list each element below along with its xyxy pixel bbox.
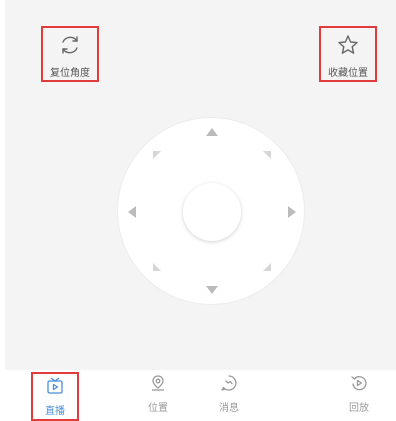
favorite-position-label: 收藏位置 bbox=[328, 68, 368, 79]
arrow-left-icon[interactable] bbox=[128, 206, 136, 218]
tab-location[interactable]: 位置 bbox=[136, 374, 180, 419]
arrow-up-icon[interactable] bbox=[206, 128, 218, 136]
rotate-icon bbox=[58, 33, 82, 61]
ptz-center-button[interactable] bbox=[183, 183, 241, 241]
tab-messages[interactable]: 消息 bbox=[207, 374, 251, 419]
tab-playback[interactable]: 回放 bbox=[337, 374, 381, 419]
arrow-right-icon[interactable] bbox=[288, 206, 296, 218]
arrow-up-right-icon[interactable] bbox=[263, 151, 271, 159]
arrow-down-right-icon[interactable] bbox=[263, 263, 271, 271]
arrow-down-icon[interactable] bbox=[206, 286, 218, 294]
tab-playback-label: 回放 bbox=[349, 403, 369, 414]
tab-location-label: 位置 bbox=[148, 403, 168, 414]
tab-live[interactable]: 直播 bbox=[31, 372, 79, 421]
arrow-down-left-icon[interactable] bbox=[153, 263, 161, 271]
favorite-position-button[interactable]: 收藏位置 bbox=[319, 26, 377, 82]
arrow-up-left-icon[interactable] bbox=[153, 151, 161, 159]
reset-angle-button[interactable]: 复位角度 bbox=[41, 26, 99, 82]
bottom-tab-bar: 直播 位置 消息 回放 bbox=[0, 370, 396, 421]
star-icon bbox=[336, 33, 360, 61]
ptz-direction-pad[interactable] bbox=[117, 117, 305, 305]
message-icon bbox=[220, 374, 238, 396]
ptz-control-area: 复位角度 收藏位置 bbox=[5, 0, 396, 370]
playback-icon bbox=[350, 374, 368, 396]
reset-angle-label: 复位角度 bbox=[50, 68, 90, 79]
tab-live-label: 直播 bbox=[45, 406, 65, 417]
tab-messages-label: 消息 bbox=[219, 403, 239, 414]
location-pin-icon bbox=[149, 374, 167, 396]
live-tv-icon bbox=[46, 377, 64, 399]
